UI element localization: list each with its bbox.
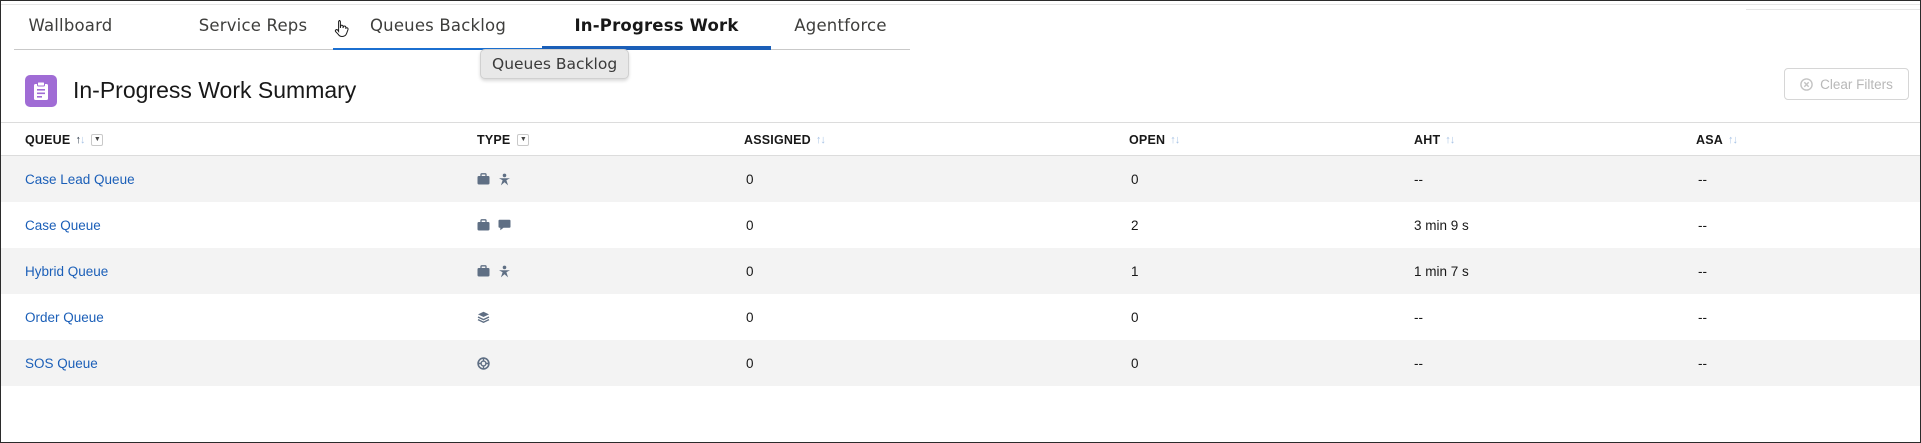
- top-divider-right: [1746, 9, 1920, 10]
- clear-filters-label: Clear Filters: [1820, 76, 1893, 92]
- type-icons: [477, 219, 511, 231]
- open-value: 0: [1131, 309, 1139, 325]
- lifebuoy-icon: [477, 356, 490, 370]
- briefcase-icon: [477, 265, 490, 277]
- assigned-value: 0: [746, 263, 754, 279]
- column-label: QUEUE: [25, 132, 71, 147]
- asa-value: --: [1698, 355, 1707, 371]
- open-value: 1: [1131, 263, 1139, 279]
- tooltip: Queues Backlog: [480, 49, 630, 79]
- tab-label: In-Progress Work: [574, 15, 739, 35]
- work-summary-table: QUEUE ↑ ↓ ▼ TYPE ▼ ASSIGNED ↑↓ OPEN ↑↓ AH…: [1, 122, 1920, 386]
- column-label: ASA: [1696, 132, 1723, 147]
- hand-cursor-icon: [334, 20, 349, 37]
- open-value: 0: [1131, 355, 1139, 371]
- type-icons: [477, 311, 490, 323]
- sort-icon[interactable]: ↑↓: [816, 134, 826, 146]
- tab-label: Queues Backlog: [369, 15, 507, 35]
- tab-queues-backlog[interactable]: Queues Backlog: [333, 1, 543, 50]
- column-label: ASSIGNED: [744, 132, 811, 147]
- sort-ascending-icon[interactable]: ↑ ↓: [75, 134, 85, 146]
- lead-icon: [498, 265, 511, 278]
- aht-value: 3 min 9 s: [1414, 217, 1469, 233]
- column-header-queue[interactable]: QUEUE ↑ ↓ ▼: [25, 123, 104, 156]
- table-row: SOS Queue 0 0 -- --: [1, 340, 1920, 386]
- queue-link[interactable]: Order Queue: [25, 310, 104, 325]
- queue-link[interactable]: SOS Queue: [25, 356, 98, 371]
- briefcase-icon: [477, 219, 490, 231]
- tab-underline: [771, 47, 910, 50]
- asa-value: --: [1698, 171, 1707, 187]
- table-row: Order Queue 0 0 -- --: [1, 294, 1920, 340]
- column-label: TYPE: [477, 132, 511, 147]
- table-header: QUEUE ↑ ↓ ▼ TYPE ▼ ASSIGNED ↑↓ OPEN ↑↓ AH…: [1, 122, 1920, 156]
- queue-link[interactable]: Case Queue: [25, 218, 101, 233]
- column-header-aht[interactable]: AHT ↑↓: [1414, 123, 1455, 156]
- tab-label: Agentforce: [794, 15, 887, 35]
- table-row: Case Queue 0 2 3 min 9 s --: [1, 202, 1920, 248]
- table-row: Case Lead Queue 0 0 -- --: [1, 156, 1920, 202]
- briefcase-icon: [477, 173, 490, 185]
- tab-bar: Wallboard Service Reps Queues Backlog In…: [14, 1, 910, 50]
- open-value: 0: [1131, 171, 1139, 187]
- type-icons: [477, 356, 490, 370]
- queue-link[interactable]: Hybrid Queue: [25, 264, 108, 279]
- type-icons: [477, 265, 511, 278]
- asa-value: --: [1698, 263, 1707, 279]
- assigned-value: 0: [746, 171, 754, 187]
- tab-underline: [14, 47, 127, 50]
- open-value: 2: [1131, 217, 1139, 233]
- column-label: OPEN: [1129, 132, 1166, 147]
- clear-filters-button[interactable]: Clear Filters: [1784, 68, 1909, 100]
- tab-wallboard[interactable]: Wallboard: [14, 1, 127, 49]
- column-filter-dropdown[interactable]: ▼: [91, 133, 104, 146]
- column-header-open[interactable]: OPEN ↑↓: [1129, 123, 1180, 156]
- lead-icon: [498, 173, 511, 186]
- asa-value: --: [1698, 309, 1707, 325]
- assigned-value: 0: [746, 217, 754, 233]
- sort-icon[interactable]: ↑↓: [1445, 134, 1455, 146]
- column-header-type[interactable]: TYPE ▼: [477, 123, 530, 156]
- app-frame: Wallboard Service Reps Queues Backlog In…: [0, 0, 1921, 443]
- tab-agentforce[interactable]: Agentforce: [771, 1, 910, 49]
- column-label: AHT: [1414, 132, 1441, 147]
- assigned-value: 0: [746, 355, 754, 371]
- type-icons: [477, 173, 511, 186]
- asa-value: --: [1698, 217, 1707, 233]
- sort-icon[interactable]: ↑↓: [1170, 134, 1180, 146]
- aht-value: --: [1414, 171, 1423, 187]
- column-header-assigned[interactable]: ASSIGNED ↑↓: [744, 123, 826, 156]
- queue-link[interactable]: Case Lead Queue: [25, 172, 135, 187]
- clear-icon: [1800, 77, 1813, 91]
- tab-label: Wallboard: [28, 15, 113, 35]
- aht-value: --: [1414, 309, 1423, 325]
- clipboard-icon: [25, 75, 57, 107]
- tab-label: Service Reps: [198, 15, 308, 35]
- page-title: In-Progress Work Summary: [73, 77, 357, 103]
- tab-underline: [159, 47, 347, 50]
- table-row: Hybrid Queue 0 1 1 min 7 s --: [1, 248, 1920, 294]
- aht-value: 1 min 7 s: [1414, 263, 1469, 279]
- tab-in-progress-work[interactable]: In-Progress Work: [542, 1, 771, 50]
- tab-service-reps[interactable]: Service Reps: [159, 1, 347, 49]
- sort-icon[interactable]: ↑↓: [1728, 134, 1738, 146]
- column-header-asa[interactable]: ASA ↑↓: [1696, 123, 1738, 156]
- chat-icon: [498, 219, 511, 231]
- assigned-value: 0: [746, 309, 754, 325]
- column-filter-dropdown[interactable]: ▼: [517, 133, 530, 146]
- aht-value: --: [1414, 355, 1423, 371]
- order-stack-icon: [477, 311, 490, 323]
